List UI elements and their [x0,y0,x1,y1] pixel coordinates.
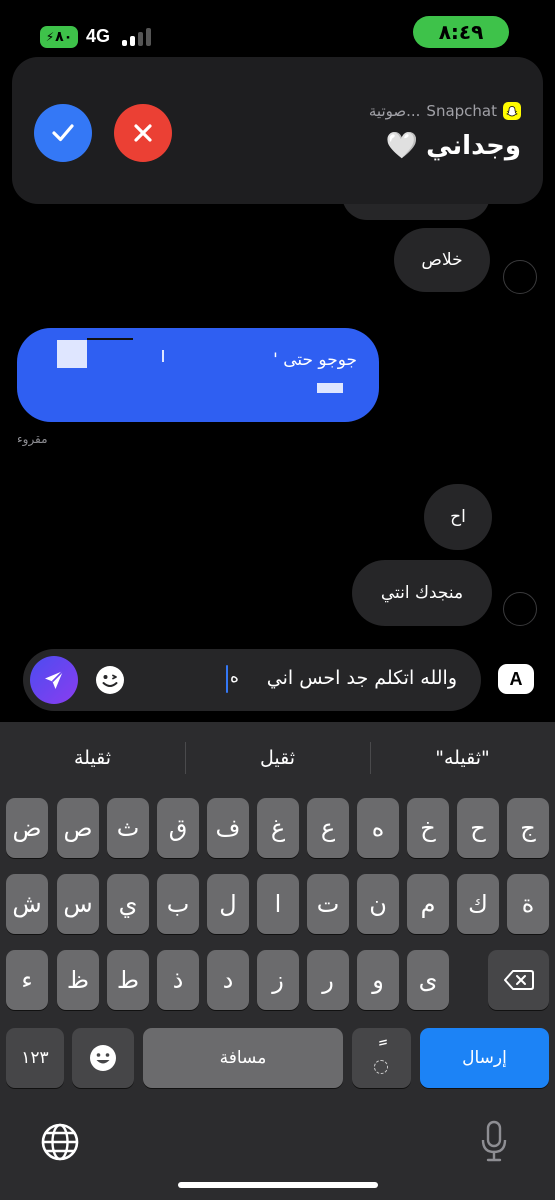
key[interactable]: ظ [57,950,99,1010]
redaction-mark [57,340,87,368]
composing-letter: ه [230,667,239,687]
send-key[interactable]: إرسال [420,1028,549,1088]
white-heart-icon: 🤍 [385,131,419,161]
notification-subtitle: صوتية... [368,102,421,120]
message-bubble-sent[interactable]: جوجو حتى ' [17,328,379,422]
message-bubble-received[interactable]: منجدك انتي [352,560,492,626]
status-bar: ⚡ ٨٠ 4G ٨:٤٩ [0,0,555,60]
key[interactable]: ء [6,950,48,1010]
battery-indicator: ⚡ ٨٠ [40,26,78,48]
dotted-circle-icon [373,1060,388,1074]
key[interactable]: ح [457,798,499,858]
key[interactable]: ك [457,874,499,934]
key[interactable]: ذ [157,950,199,1010]
key[interactable]: ا [257,874,299,934]
suggestion-item[interactable]: ثقيلة [0,738,185,778]
text-format-button[interactable]: A [498,664,534,694]
call-notification[interactable]: صوتية... Snapchat 🤍 وجداني [12,57,543,204]
key[interactable]: ل [207,874,249,934]
suggestion-item[interactable]: "ثقيله" [370,738,555,778]
key[interactable]: ط [107,950,149,1010]
key[interactable]: س [57,874,99,934]
key[interactable]: ت [307,874,349,934]
message-bubble-received[interactable]: اح [424,484,492,550]
notification-app-row: صوتية... Snapchat [369,102,521,120]
key[interactable]: و [357,950,399,1010]
suggestion-item[interactable]: ثقيل [185,738,370,778]
charging-icon: ⚡ [45,30,55,44]
emoji-icon [90,1045,116,1071]
text-cursor [226,665,228,693]
suggestion-bar: "ثقيله" ثقيل ثقيلة [0,722,555,794]
key[interactable]: غ [257,798,299,858]
key[interactable]: ر [307,950,349,1010]
close-icon [134,124,152,142]
globe-icon[interactable] [40,1122,80,1162]
key[interactable]: ه [357,798,399,858]
key[interactable]: ث [107,798,149,858]
snapchat-logo-icon [503,102,521,120]
avatar[interactable] [503,592,537,626]
message-text: خلاص [421,250,463,270]
key[interactable]: م [407,874,449,934]
message-input-bar[interactable]: ه والله اتكلم جد احس اني [23,649,481,711]
message-input[interactable]: والله اتكلم جد احس اني [267,667,457,689]
key[interactable]: ن [357,874,399,934]
key[interactable]: ف [207,798,249,858]
send-arrow-icon [45,670,64,689]
key[interactable]: ش [6,874,48,934]
message-text: اح [450,507,466,527]
emoji-icon[interactable] [94,664,126,696]
key[interactable]: ة [507,874,549,934]
key[interactable]: ع [307,798,349,858]
tanween-key[interactable]: ً [352,1028,411,1088]
key[interactable]: ب [157,874,199,934]
backspace-key[interactable] [488,950,549,1010]
send-button[interactable] [30,656,78,704]
message-text: منجدك انتي [380,583,464,603]
key[interactable]: خ [407,798,449,858]
home-indicator[interactable] [178,1182,378,1188]
accept-call-button[interactable] [34,104,92,162]
checkmark-icon [52,124,74,142]
notification-title: وجداني [426,131,521,161]
divider [370,742,371,774]
battery-level: ٨٠ [55,29,73,45]
message-text: جوجو حتى ' [273,350,357,370]
space-key[interactable]: مسافة [143,1028,343,1088]
redaction-mark [317,383,343,393]
backspace-icon [503,970,534,990]
key[interactable]: ض [6,798,48,858]
signal-strength-icon [122,28,152,46]
tanween-glyph: ً [370,1038,394,1078]
decline-call-button[interactable] [114,104,172,162]
status-clock[interactable]: ٨:٤٩ [413,16,509,48]
key[interactable]: ز [257,950,299,1010]
key[interactable]: ص [57,798,99,858]
avatar[interactable] [503,260,537,294]
key[interactable]: ى [407,950,449,1010]
emoji-keyboard-key[interactable] [72,1028,134,1088]
key[interactable]: ج [507,798,549,858]
key[interactable]: ي [107,874,149,934]
key[interactable]: د [207,950,249,1010]
divider [185,742,186,774]
redaction-mark [162,350,164,362]
numbers-key[interactable]: ١٢٣ [6,1028,64,1088]
notification-title-row: 🤍 وجداني [386,131,521,161]
key[interactable]: ق [157,798,199,858]
notification-app-name: Snapchat [426,102,497,120]
network-type: 4G [86,26,111,46]
read-receipt: مقروء [17,432,48,446]
microphone-icon[interactable] [480,1120,508,1164]
message-bubble-received[interactable]: خلاص [394,228,490,292]
redaction-mark [87,338,133,340]
